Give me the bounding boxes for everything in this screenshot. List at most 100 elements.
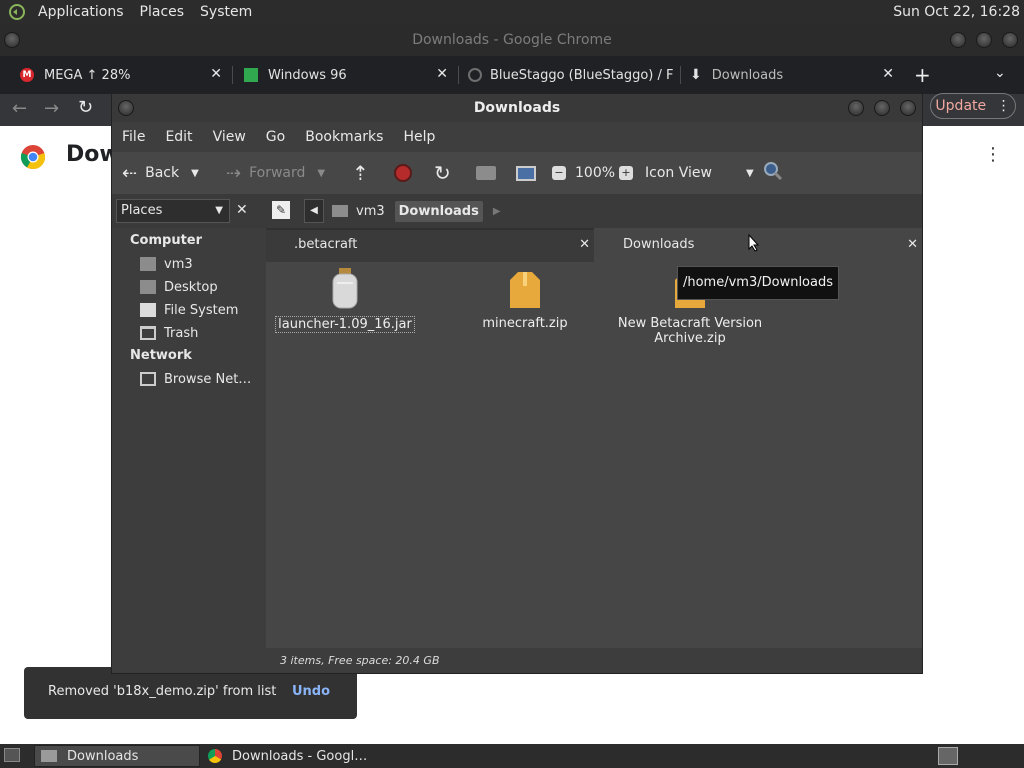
close-icon[interactable]: ✕ xyxy=(907,228,918,262)
close-icon[interactable]: ✕ xyxy=(210,66,222,82)
tab-mega[interactable]: M MEGA ↑ 28% ✕ xyxy=(0,56,230,94)
places-selector[interactable]: Places ▼ xyxy=(116,199,230,223)
show-desktop-icon[interactable] xyxy=(4,748,20,762)
menu-help[interactable]: Help xyxy=(393,129,445,145)
menu-file[interactable]: File xyxy=(112,129,155,145)
file-item[interactable]: minecraft.zip xyxy=(445,268,605,331)
fm-maximize-button[interactable] xyxy=(874,100,890,116)
back-button[interactable]: ⇠ Back ▼ xyxy=(122,152,199,194)
places-menu[interactable]: Places xyxy=(132,4,193,20)
fm-minimize-button[interactable] xyxy=(848,100,864,116)
menu-edit[interactable]: Edit xyxy=(155,129,202,145)
more-vertical-icon[interactable]: ⋮ xyxy=(997,98,1011,114)
chrome-maximize-button[interactable] xyxy=(976,32,992,48)
close-icon[interactable]: ✕ xyxy=(436,66,448,82)
reload-icon: ↻ xyxy=(434,161,451,185)
tooltip-text: /home/vm3/Downloads xyxy=(682,275,833,290)
view-mode-select[interactable]: Icon View ▼ xyxy=(645,152,754,194)
dropdown-arrow-icon[interactable]: ▼ xyxy=(191,168,199,179)
tab-downloads[interactable]: ⬇ Downloads ✕ xyxy=(682,56,902,94)
search-icon xyxy=(762,160,784,186)
forward-arrow-icon[interactable]: → xyxy=(44,98,59,119)
fm-titlebar[interactable]: Downloads xyxy=(112,94,922,122)
network-icon xyxy=(140,372,156,386)
home-folder-icon xyxy=(140,257,156,271)
sidebar-item-label: vm3 xyxy=(164,256,193,272)
search-button[interactable] xyxy=(762,152,784,194)
sidebar-item-vm3[interactable]: vm3 xyxy=(140,254,193,274)
sidebar-item-browse-network[interactable]: Browse Net… xyxy=(140,369,251,389)
snackbar: Removed 'b18x_demo.zip' from list Undo xyxy=(24,667,357,719)
file-name: minecraft.zip xyxy=(482,316,568,331)
taskbar-item-chrome[interactable]: Downloads - Googl… xyxy=(204,745,374,767)
forward-arrow-icon: ⇢ xyxy=(226,162,242,184)
edit-location-icon[interactable]: ✎ xyxy=(272,201,290,219)
computer-icon xyxy=(516,165,536,181)
page-menu-icon[interactable]: ⋮ xyxy=(984,144,1002,165)
archive-icon xyxy=(508,268,542,310)
zoom-in-button[interactable]: + xyxy=(619,152,633,194)
close-sidebar-icon[interactable]: ✕ xyxy=(236,202,248,218)
zoom-in-icon: + xyxy=(619,166,633,180)
home-folder-icon xyxy=(476,166,496,180)
undo-button[interactable]: Undo xyxy=(292,684,330,699)
distro-logo-icon[interactable] xyxy=(8,3,26,21)
zoom-level[interactable]: 100% xyxy=(575,152,615,194)
up-button[interactable]: ⇡ xyxy=(352,152,369,194)
forward-button[interactable]: ⇢ Forward ▼ xyxy=(226,152,325,194)
computer-button[interactable] xyxy=(516,152,536,194)
menu-go[interactable]: Go xyxy=(256,129,295,145)
chrome-close-button[interactable] xyxy=(1002,32,1018,48)
desktop-folder-icon xyxy=(140,280,156,294)
tab-search-chevron-icon[interactable]: ⌄ xyxy=(994,65,1006,81)
chrome-menu-button[interactable] xyxy=(4,32,20,48)
sidebar-item-filesystem[interactable]: File System xyxy=(140,300,238,320)
breadcrumb-right-arrow-icon[interactable]: ▶ xyxy=(493,206,501,217)
sidebar-item-trash[interactable]: Trash xyxy=(140,323,198,343)
tab-windows96[interactable]: Windows 96 ✕ xyxy=(234,56,456,94)
panel-clock[interactable]: Sun Oct 22, 16:28 xyxy=(893,4,1020,20)
system-menu[interactable]: System xyxy=(192,4,260,20)
dropdown-arrow-icon[interactable]: ▼ xyxy=(317,168,325,179)
taskbar-item-label: Downloads - Googl… xyxy=(232,748,368,764)
sidebar-item-desktop[interactable]: Desktop xyxy=(140,277,218,297)
sidebar-heading-network: Network xyxy=(130,348,192,363)
chrome-minimize-button[interactable] xyxy=(950,32,966,48)
github-icon xyxy=(468,68,482,82)
update-button[interactable]: Update ⋮ xyxy=(930,93,1016,119)
new-tab-icon[interactable]: + xyxy=(914,63,931,87)
close-icon[interactable]: ✕ xyxy=(579,230,590,260)
file-name: launcher-1.09_16.jar xyxy=(275,316,415,333)
chrome-logo-icon xyxy=(208,749,222,763)
fm-close-button[interactable] xyxy=(900,100,916,116)
reload-icon[interactable]: ↻ xyxy=(78,97,93,118)
zoom-label: 100% xyxy=(575,165,616,181)
chrome-titlebar[interactable]: Downloads - Google Chrome xyxy=(0,24,1024,56)
fm-window-menu-button[interactable] xyxy=(118,100,134,116)
back-label: Back xyxy=(145,165,180,181)
stop-icon xyxy=(394,164,412,182)
trash-icon xyxy=(140,326,156,340)
reload-button[interactable]: ↻ xyxy=(434,152,451,194)
zoom-out-button[interactable]: − xyxy=(552,152,566,194)
menu-view[interactable]: View xyxy=(203,129,256,145)
home-button[interactable] xyxy=(476,152,496,194)
tab-bluestaggo[interactable]: BlueStaggo (BlueStaggo) / F xyxy=(460,56,678,94)
fm-title: Downloads xyxy=(473,100,561,116)
breadcrumb-downloads[interactable]: Downloads xyxy=(394,200,483,222)
stop-button[interactable] xyxy=(394,152,412,194)
back-arrow-icon[interactable]: ← xyxy=(12,98,27,119)
applications-menu[interactable]: Applications xyxy=(30,4,132,20)
file-icon-view[interactable]: launcher-1.09_16.jar minecraft.zip New B… xyxy=(266,262,922,648)
update-label: Update xyxy=(935,98,987,114)
menu-bookmarks[interactable]: Bookmarks xyxy=(295,129,393,145)
close-icon[interactable]: ✕ xyxy=(882,66,894,82)
taskbar-item-file-manager[interactable]: Downloads xyxy=(34,745,200,767)
file-item[interactable]: launcher-1.09_16.jar xyxy=(275,268,415,333)
dropdown-arrow-icon: ▼ xyxy=(215,205,223,216)
jar-icon xyxy=(329,268,361,310)
workspace-switcher-icon[interactable] xyxy=(938,747,958,765)
breadcrumb-left-arrow-icon[interactable]: ◀ xyxy=(304,199,324,223)
breadcrumb-vm3[interactable]: vm3 xyxy=(356,204,385,219)
tab-betacraft[interactable]: .betacraft ✕ xyxy=(266,230,594,262)
